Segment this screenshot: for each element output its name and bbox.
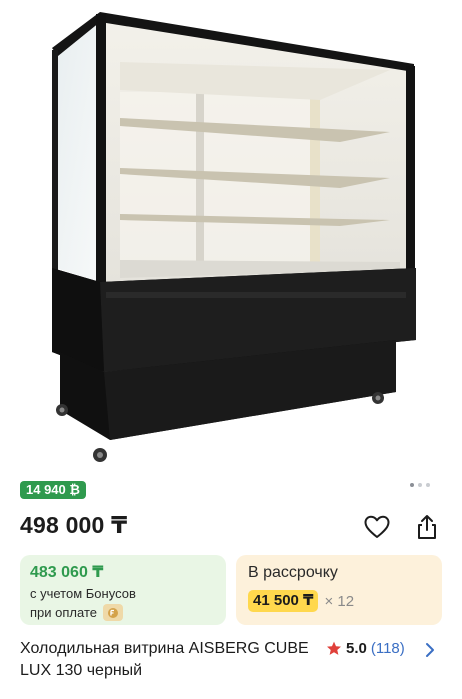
pager-dot[interactable] bbox=[418, 483, 422, 487]
heart-icon bbox=[364, 515, 390, 538]
bonus-note-payment: при оплате bbox=[30, 605, 97, 620]
bonus-badge: 14 940 ₿ bbox=[20, 481, 86, 499]
pager-dot[interactable] bbox=[426, 483, 430, 487]
product-price: 498 000 ₸ bbox=[20, 512, 128, 538]
rating-value: 5.0 bbox=[346, 640, 367, 657]
share-button[interactable] bbox=[410, 510, 444, 544]
product-title: Холодильная витрина AISBERG CUBE LUX 130… bbox=[20, 640, 309, 679]
share-icon bbox=[418, 515, 436, 539]
bonus-note: с учетом Бонусов bbox=[30, 586, 136, 601]
favorite-button[interactable] bbox=[360, 510, 394, 544]
installment-monthly-price: 41 500 ₸ bbox=[248, 590, 319, 612]
reviews-chevron-button[interactable] bbox=[424, 641, 436, 664]
installment-label: В рассрочку bbox=[248, 564, 338, 581]
chevron-right-icon bbox=[426, 643, 434, 657]
installment-card[interactable]: В рассрочку 41 500 ₸ × 12 bbox=[236, 555, 442, 625]
bonus-price: 483 060 ₸ bbox=[30, 564, 104, 581]
gallery-pager[interactable] bbox=[410, 483, 430, 487]
display-case-illustration bbox=[52, 12, 416, 462]
reviews-count-link[interactable]: (118) bbox=[371, 640, 405, 657]
bonus-coin-icon bbox=[102, 604, 123, 621]
product-image[interactable] bbox=[0, 0, 462, 470]
rating-summary[interactable]: 5.0 (118) bbox=[326, 640, 405, 657]
pager-dot[interactable] bbox=[410, 483, 414, 487]
installment-multiplier: × 12 bbox=[324, 592, 355, 610]
star-icon bbox=[327, 641, 341, 655]
bonus-price-card[interactable]: 483 060 ₸ с учетом Бонусов при оплате bbox=[20, 555, 226, 625]
